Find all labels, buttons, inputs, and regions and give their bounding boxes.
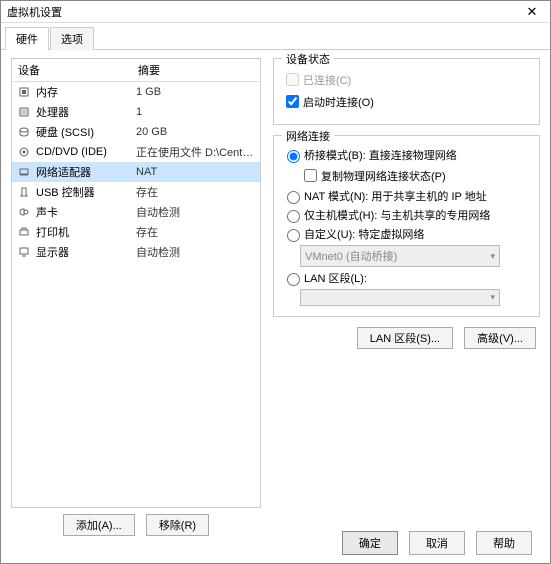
- device-icon: [16, 166, 32, 178]
- device-icon: [16, 186, 32, 198]
- device-name: 处理器: [36, 104, 136, 120]
- hostonly-input[interactable]: [287, 210, 300, 223]
- device-name: 内存: [36, 84, 136, 100]
- cancel-button[interactable]: 取消: [409, 531, 465, 555]
- device-icon: [16, 206, 32, 218]
- device-name: 显示器: [36, 244, 136, 260]
- device-icon: [16, 126, 32, 138]
- device-status-title: 设备状态: [282, 51, 334, 67]
- bridged-radio[interactable]: 桥接模式(B): 直接连接物理网络: [282, 147, 531, 163]
- tab-bar: 硬件 选项: [1, 23, 550, 50]
- right-panel: 设备状态 已连接(C) 启动时连接(O) 网络连接 桥接模式(B): 直接连接物…: [261, 58, 540, 502]
- device-summary: 1 GB: [136, 86, 256, 98]
- device-summary: 正在使用文件 D:\CentOS-8.2.2...: [136, 144, 256, 160]
- hardware-row[interactable]: CD/DVD (IDE)正在使用文件 D:\CentOS-8.2.2...: [12, 142, 260, 162]
- hardware-rows: 内存1 GB处理器1硬盘 (SCSI)20 GBCD/DVD (IDE)正在使用…: [12, 82, 260, 507]
- device-icon: [16, 146, 32, 158]
- connected-input: [286, 73, 299, 86]
- nat-input[interactable]: [287, 191, 300, 204]
- device-name: CD/DVD (IDE): [36, 146, 136, 158]
- help-button[interactable]: 帮助: [476, 531, 532, 555]
- replicate-checkbox[interactable]: 复制物理网络连接状态(P): [300, 166, 531, 185]
- hardware-row[interactable]: 内存1 GB: [12, 82, 260, 102]
- bridged-input[interactable]: [287, 150, 300, 163]
- device-summary: 存在: [136, 224, 256, 240]
- device-icon: [16, 86, 32, 98]
- connected-checkbox: 已连接(C): [282, 70, 531, 89]
- right-buttons: LAN 区段(S)... 高级(V)...: [273, 327, 540, 349]
- hardware-list: 设备 摘要 内存1 GB处理器1硬盘 (SCSI)20 GBCD/DVD (ID…: [11, 58, 261, 508]
- device-name: 打印机: [36, 224, 136, 240]
- hardware-row[interactable]: 打印机存在: [12, 222, 260, 242]
- left-buttons: 添加(A)... 移除(R): [11, 514, 261, 536]
- connect-at-power-input[interactable]: [286, 95, 299, 108]
- hostonly-radio[interactable]: 仅主机模式(H): 与主机共享的专用网络: [282, 207, 531, 223]
- lan-select: ▾: [300, 289, 500, 306]
- device-summary: 1: [136, 106, 256, 118]
- connect-at-power-checkbox[interactable]: 启动时连接(O): [282, 92, 531, 111]
- custom-radio[interactable]: 自定义(U): 特定虚拟网络: [282, 226, 531, 242]
- tab-options[interactable]: 选项: [50, 27, 94, 50]
- lan-segment-button[interactable]: LAN 区段(S)...: [357, 327, 453, 349]
- footer-buttons: 确定 取消 帮助: [338, 531, 536, 555]
- nat-radio[interactable]: NAT 模式(N): 用于共享主机的 IP 地址: [282, 188, 531, 204]
- hardware-row[interactable]: 显示器自动检测: [12, 242, 260, 262]
- hardware-row[interactable]: USB 控制器存在: [12, 182, 260, 202]
- device-summary: 存在: [136, 184, 256, 200]
- chevron-down-icon: ▾: [490, 292, 495, 303]
- advanced-button[interactable]: 高级(V)...: [464, 327, 536, 349]
- col-device: 设备: [18, 62, 138, 78]
- window-title: 虚拟机设置: [7, 4, 520, 20]
- add-button[interactable]: 添加(A)...: [63, 514, 135, 536]
- hardware-row[interactable]: 声卡自动检测: [12, 202, 260, 222]
- chevron-down-icon: ▾: [490, 251, 495, 262]
- device-icon: [16, 106, 32, 118]
- device-summary: 自动检测: [136, 204, 256, 220]
- device-summary: NAT: [136, 166, 256, 178]
- lan-input[interactable]: [287, 273, 300, 286]
- close-icon[interactable]: ✕: [520, 4, 544, 20]
- network-title: 网络连接: [282, 128, 334, 144]
- vmnet-select: VMnet0 (自动桥接) ▾: [300, 245, 500, 267]
- device-name: 声卡: [36, 204, 136, 220]
- device-icon: [16, 226, 32, 238]
- content-area: 设备 摘要 内存1 GB处理器1硬盘 (SCSI)20 GBCD/DVD (ID…: [1, 50, 550, 510]
- tab-hardware[interactable]: 硬件: [5, 27, 49, 50]
- ok-button[interactable]: 确定: [342, 531, 398, 555]
- device-name: 硬盘 (SCSI): [36, 124, 136, 140]
- hardware-list-header: 设备 摘要: [12, 59, 260, 82]
- device-name: USB 控制器: [36, 184, 136, 200]
- custom-input[interactable]: [287, 229, 300, 242]
- device-summary: 自动检测: [136, 244, 256, 260]
- device-status-group: 设备状态 已连接(C) 启动时连接(O): [273, 58, 540, 125]
- left-panel: 设备 摘要 内存1 GB处理器1硬盘 (SCSI)20 GBCD/DVD (ID…: [11, 58, 261, 502]
- device-name: 网络适配器: [36, 164, 136, 180]
- replicate-input[interactable]: [304, 169, 317, 182]
- lan-radio[interactable]: LAN 区段(L):: [282, 270, 531, 286]
- device-summary: 20 GB: [136, 126, 256, 138]
- titlebar: 虚拟机设置 ✕: [1, 1, 550, 23]
- remove-button[interactable]: 移除(R): [146, 514, 209, 536]
- hardware-row[interactable]: 网络适配器NAT: [12, 162, 260, 182]
- hardware-row[interactable]: 处理器1: [12, 102, 260, 122]
- device-icon: [16, 246, 32, 258]
- col-summary: 摘要: [138, 62, 160, 78]
- hardware-row[interactable]: 硬盘 (SCSI)20 GB: [12, 122, 260, 142]
- network-group: 网络连接 桥接模式(B): 直接连接物理网络 复制物理网络连接状态(P) NAT…: [273, 135, 540, 317]
